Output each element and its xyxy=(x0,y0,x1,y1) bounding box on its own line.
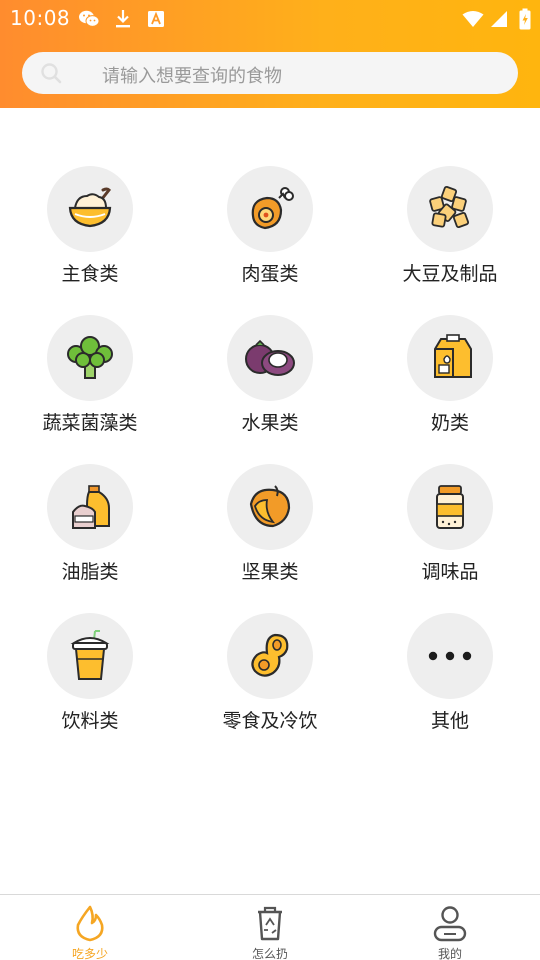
category-condiments[interactable]: 调味品 xyxy=(360,464,540,613)
recycle-bin-icon xyxy=(250,903,290,943)
category-label: 其他 xyxy=(430,710,469,732)
tab-label: 怎么扔 xyxy=(251,947,288,960)
rice-bowl-icon xyxy=(47,166,133,252)
category-staple-food[interactable]: 主食类 xyxy=(0,166,180,315)
snack-icon xyxy=(227,613,313,699)
search-placeholder: 请输入想要查询的食物 xyxy=(102,66,282,87)
category-label: 水果类 xyxy=(241,412,299,434)
download-icon xyxy=(112,8,134,30)
oil-bottle-icon xyxy=(47,464,133,550)
category-label: 零食及冷饮 xyxy=(222,710,318,732)
signal-icon xyxy=(488,8,510,30)
category-label: 饮料类 xyxy=(61,710,119,732)
mangosteen-icon xyxy=(227,315,313,401)
more-dots-icon xyxy=(407,613,493,699)
header-bar: 10:08 请输入想要查询的食物 xyxy=(0,0,540,108)
category-nuts[interactable]: 坚果类 xyxy=(180,464,360,613)
flame-icon xyxy=(70,903,110,943)
category-fruit[interactable]: 水果类 xyxy=(180,315,360,464)
search-icon xyxy=(40,62,62,84)
tab-label: 我的 xyxy=(437,947,462,960)
app-a-icon xyxy=(145,8,167,30)
nut-icon xyxy=(227,464,313,550)
category-label: 调味品 xyxy=(421,561,479,583)
search-input[interactable]: 请输入想要查询的食物 xyxy=(22,52,518,94)
category-oils[interactable]: 油脂类 xyxy=(0,464,180,613)
category-meat-egg[interactable]: 肉蛋类 xyxy=(180,166,360,315)
category-others[interactable]: 其他 xyxy=(360,613,540,762)
category-label: 蔬菜菌藻类 xyxy=(42,412,138,434)
category-dairy[interactable]: 奶类 xyxy=(360,315,540,464)
bottom-tab-bar: 吃多少 怎么扔 我的 xyxy=(0,894,540,960)
tab-mine[interactable]: 我的 xyxy=(360,895,540,960)
spice-jar-icon xyxy=(407,464,493,550)
category-label: 坚果类 xyxy=(241,561,299,583)
tab-how-much[interactable]: 吃多少 xyxy=(0,895,180,960)
tab-how-to-throw[interactable]: 怎么扔 xyxy=(180,895,360,960)
category-soy[interactable]: 大豆及制品 xyxy=(360,166,540,315)
status-time: 10:08 xyxy=(10,6,71,30)
category-label: 油脂类 xyxy=(61,561,119,583)
tofu-icon xyxy=(407,166,493,252)
category-beverages[interactable]: 饮料类 xyxy=(0,613,180,762)
user-icon xyxy=(430,903,470,943)
category-label: 大豆及制品 xyxy=(402,263,498,285)
category-label: 奶类 xyxy=(430,412,469,434)
battery-charging-icon xyxy=(514,8,536,30)
drink-cup-icon xyxy=(47,613,133,699)
category-vegetables[interactable]: 蔬菜菌藻类 xyxy=(0,315,180,464)
milk-carton-icon xyxy=(407,315,493,401)
category-label: 主食类 xyxy=(61,263,119,285)
drumstick-icon xyxy=(227,166,313,252)
wechat-icon xyxy=(78,8,100,30)
wifi-icon xyxy=(462,8,484,30)
category-snacks[interactable]: 零食及冷饮 xyxy=(180,613,360,762)
status-bar: 10:08 xyxy=(0,0,540,36)
broccoli-icon xyxy=(47,315,133,401)
category-label: 肉蛋类 xyxy=(241,263,299,285)
tab-label: 吃多少 xyxy=(71,947,108,960)
